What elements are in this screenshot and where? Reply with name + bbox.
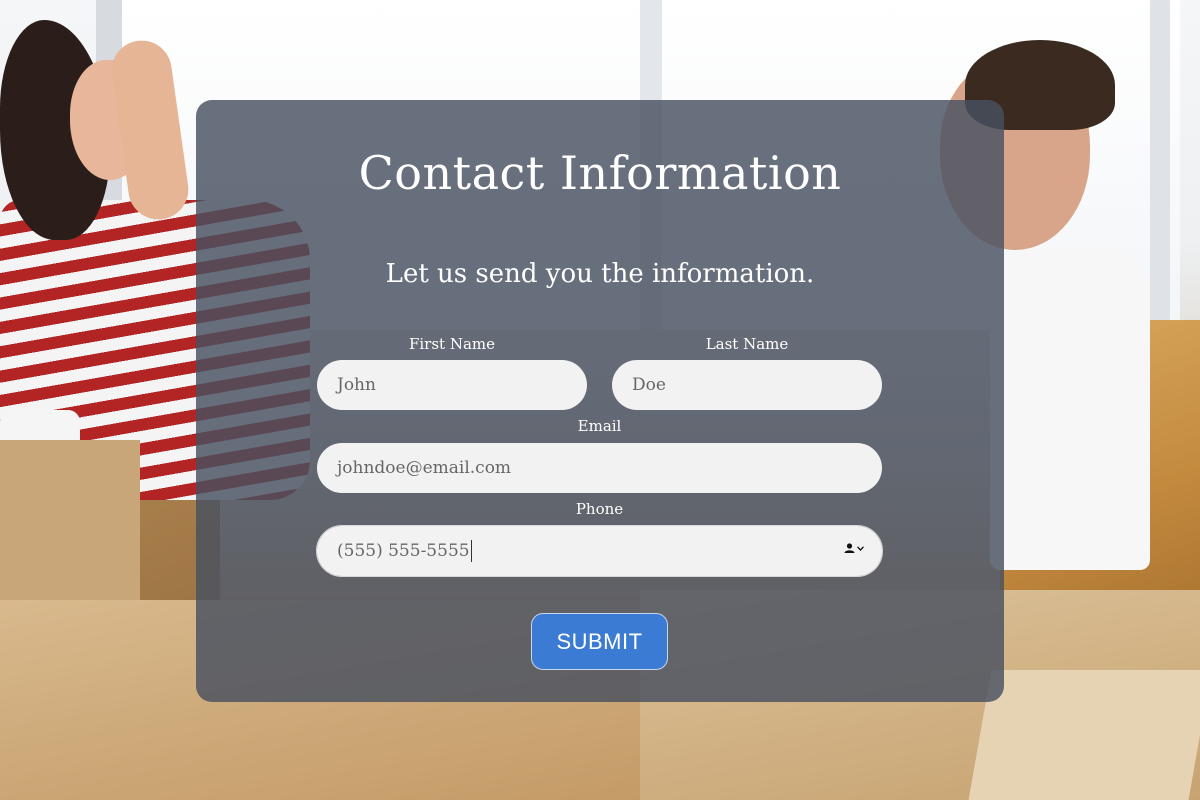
first-name-input[interactable]: John (317, 360, 587, 410)
email-value: johndoe@email.com (337, 458, 512, 478)
last-name-label: Last Name (705, 335, 789, 353)
last-name-value: Doe (632, 375, 666, 395)
text-cursor (470, 540, 472, 562)
first-name-label: First Name (408, 335, 496, 353)
email-label: Email (577, 417, 622, 435)
form-subtitle: Let us send you the information. (385, 259, 815, 289)
contact-autofill-button[interactable] (844, 543, 864, 553)
phone-input[interactable]: (555) 555-5555 (316, 525, 883, 577)
form-title: Contact Information (358, 146, 842, 200)
submit-button[interactable]: SUBMIT (531, 613, 668, 670)
phone-value: (555) 555-5555 (337, 541, 470, 561)
email-input[interactable]: johndoe@email.com (317, 443, 882, 493)
last-name-input[interactable]: Doe (612, 360, 882, 410)
man-shirt (990, 250, 1150, 570)
contact-card-icon (844, 543, 855, 553)
first-name-value: John (337, 375, 376, 395)
phone-label: Phone (575, 500, 624, 518)
chevron-down-icon (857, 545, 864, 551)
